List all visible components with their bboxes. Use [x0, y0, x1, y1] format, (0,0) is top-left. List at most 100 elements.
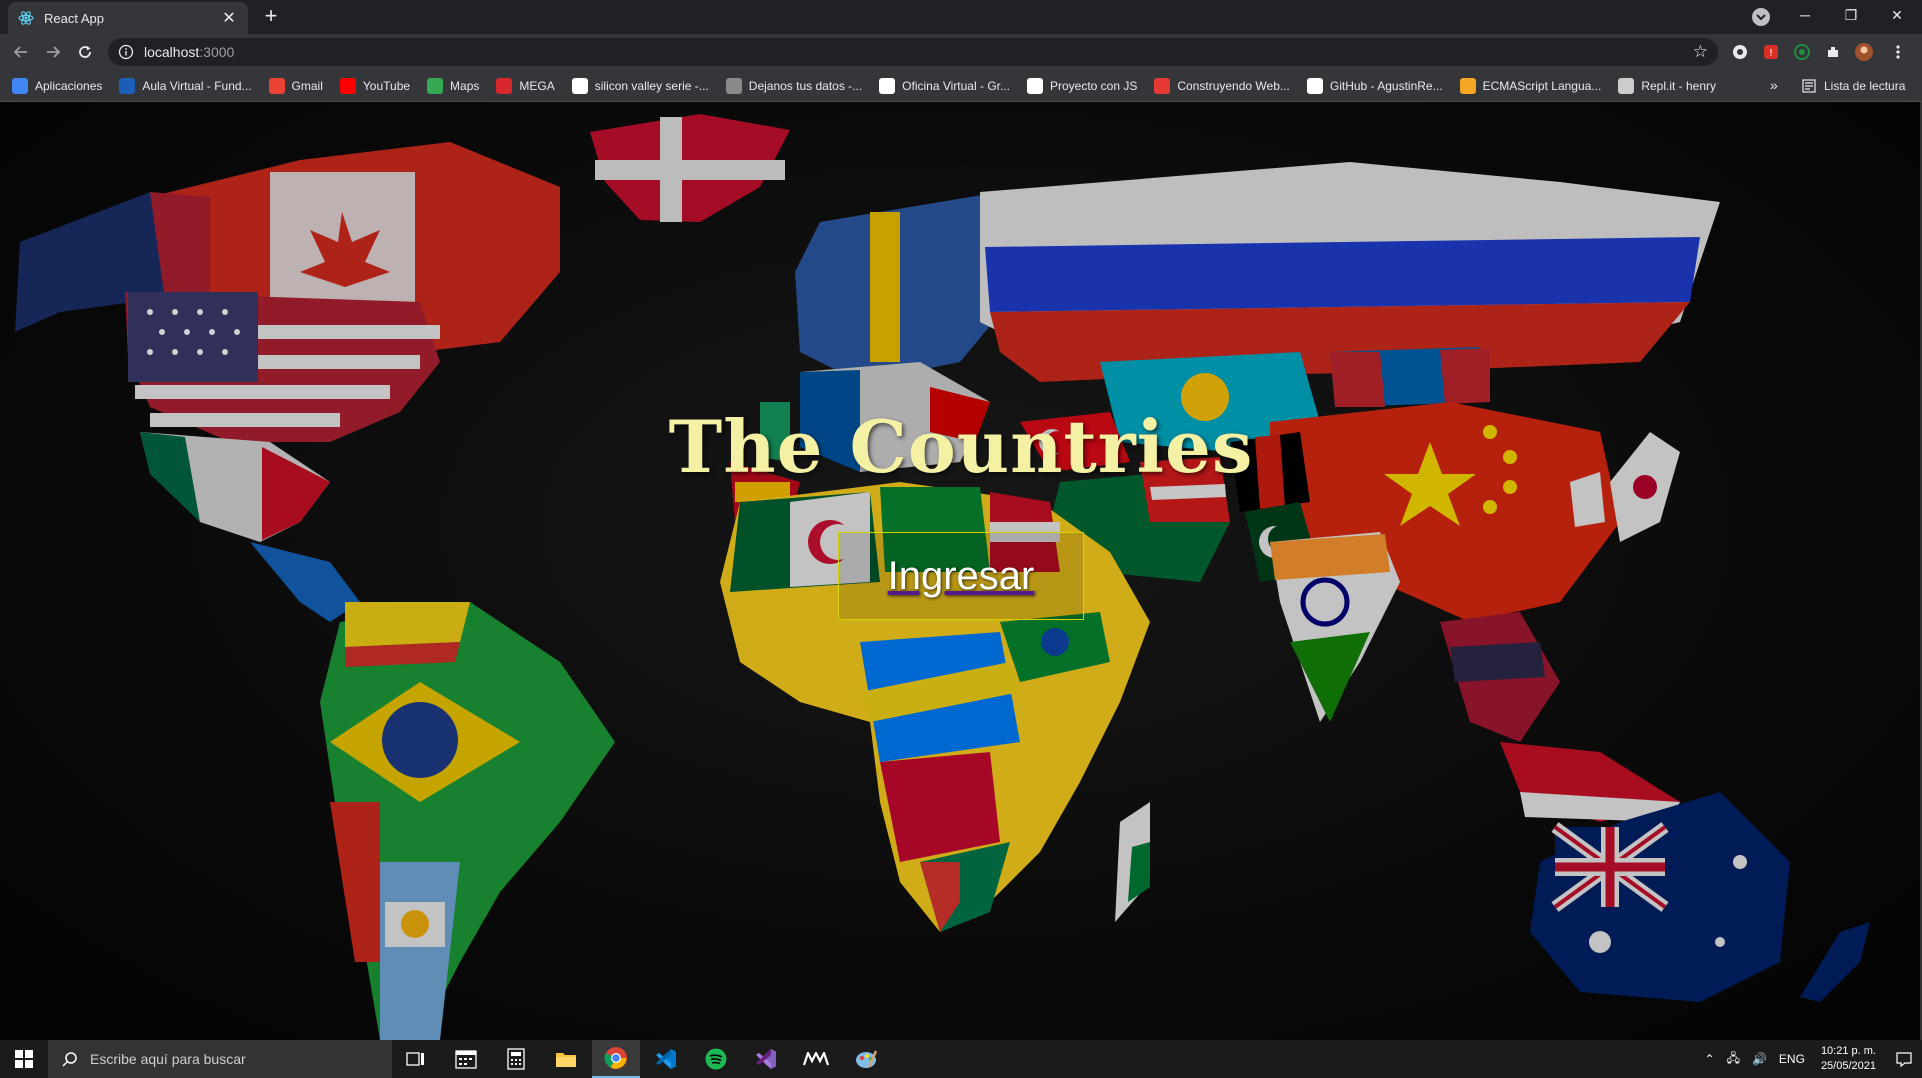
bookmark-item[interactable]: Dejanos tus datos -...	[725, 78, 863, 94]
bookmark-label: Proyecto con JS	[1049, 79, 1138, 93]
mega-icon	[496, 78, 513, 94]
page-title: The Countries	[668, 404, 1254, 489]
menu-kebab-icon[interactable]	[1888, 42, 1908, 62]
profile-avatar[interactable]	[1854, 42, 1874, 62]
bookmark-label: Dejanos tus datos -...	[748, 79, 863, 93]
notification-icon	[1896, 1052, 1912, 1067]
vscode-icon[interactable]	[642, 1040, 690, 1078]
bookmark-item[interactable]: Gmail	[268, 78, 323, 94]
reload-button[interactable]	[72, 39, 98, 65]
visual-studio-icon[interactable]	[742, 1040, 790, 1078]
bookmark-item[interactable]: YouTube	[339, 78, 411, 94]
volume-icon[interactable]: 🔊	[1752, 1052, 1767, 1066]
info-icon	[118, 44, 134, 60]
back-button[interactable]	[8, 39, 34, 65]
file-explorer-icon[interactable]	[542, 1040, 590, 1078]
extension-red-icon[interactable]: !	[1761, 42, 1781, 62]
system-tray: ⌃ 🖧 🔊 ENG 10:21 p. m. 25/05/2021	[1699, 1040, 1922, 1078]
bookmark-label: Aplicaciones	[35, 79, 103, 93]
extension-icon[interactable]	[1730, 42, 1750, 62]
enter-button-label[interactable]: Ingresar	[888, 554, 1035, 599]
bookmark-star-icon[interactable]: ☆	[1693, 42, 1708, 62]
react-icon	[18, 11, 34, 25]
address-bar[interactable]: localhost :3000 ☆	[108, 38, 1718, 66]
screen: React App ✕ + ─ ❐ ✕ localhost :3000 ☆ !	[0, 0, 1922, 1078]
network-icon[interactable]: 🖧	[1727, 1049, 1740, 1070]
globe-icon	[1026, 78, 1043, 94]
page-viewport: The Countries Ingresar	[0, 102, 1922, 1040]
extensions-puzzle-icon[interactable]	[1823, 42, 1843, 62]
fu-icon	[119, 78, 136, 94]
tab-search-icon[interactable]	[1752, 8, 1770, 26]
windows-taskbar: Escribe aquí para buscar ⌃ 🖧 🔊 ENG 10:21…	[0, 1040, 1922, 1078]
browser-tab[interactable]: React App ✕	[8, 2, 248, 34]
spotify-icon[interactable]	[692, 1040, 740, 1078]
clock[interactable]: 10:21 p. m. 25/05/2021	[1821, 1044, 1876, 1074]
maps-icon	[427, 78, 444, 94]
clock-date: 25/05/2021	[1820, 1060, 1876, 1072]
taskbar-search-placeholder: Escribe aquí para buscar	[90, 1051, 246, 1067]
chrome-icon[interactable]	[592, 1040, 640, 1078]
bookmark-label: Repl.it - henry	[1641, 79, 1717, 93]
close-window-button[interactable]: ✕	[1874, 0, 1920, 30]
windows-logo-icon	[15, 1050, 33, 1068]
github-icon	[1306, 78, 1323, 94]
url-host: localhost	[144, 44, 200, 60]
bookmark-item[interactable]: Maps	[427, 78, 479, 94]
search-icon	[62, 1052, 77, 1067]
bookmark-item[interactable]: MEGA	[496, 78, 555, 94]
bookmark-item[interactable]: silicon valley serie -...	[571, 78, 709, 94]
bookmark-item[interactable]: Construyendo Web...	[1154, 78, 1290, 94]
replit-icon	[1618, 78, 1635, 94]
bookmark-label: YouTube	[362, 79, 411, 93]
start-button[interactable]	[0, 1040, 48, 1078]
task-view-icon[interactable]	[392, 1040, 440, 1078]
bookmark-item[interactable]: Proyecto con JS	[1026, 78, 1138, 94]
bookmark-label: GitHub - AgustinRe...	[1329, 79, 1443, 93]
google-icon	[571, 78, 588, 94]
language-indicator[interactable]: ENG	[1779, 1052, 1805, 1066]
calendar-icon[interactable]	[442, 1040, 490, 1078]
bookmark-label: MEGA	[519, 79, 555, 93]
bookmarks-bar: Aplicaciones Aula Virtual - Fund... Gmail Y…	[0, 70, 1922, 102]
calculator-icon[interactable]	[492, 1040, 540, 1078]
reading-list-label: Lista de lectura	[1824, 79, 1906, 93]
gmail-icon	[268, 78, 285, 94]
paint-icon[interactable]	[842, 1040, 890, 1078]
bookmark-label: Construyendo Web...	[1177, 79, 1290, 93]
bookmark-item[interactable]: ECMAScript Langua...	[1459, 78, 1602, 94]
minimize-button[interactable]: ─	[1782, 0, 1828, 30]
bookmark-item[interactable]: Aula Virtual - Fund...	[119, 78, 252, 94]
new-tab-button[interactable]: +	[258, 4, 284, 30]
extension-green-icon[interactable]	[1792, 42, 1812, 62]
arrow-right-icon	[47, 46, 61, 58]
reload-icon	[79, 46, 91, 58]
forward-button[interactable]	[40, 39, 66, 65]
bookmarks-list: Aplicaciones Aula Virtual - Fund... Gmail Y…	[12, 70, 1733, 102]
bookmark-item[interactable]: GitHub - AgustinRe...	[1306, 78, 1443, 94]
browser-tab-strip: React App ✕ + ─ ❐ ✕	[0, 0, 1922, 34]
bookmark-label: ECMAScript Langua...	[1482, 79, 1602, 93]
ecma-icon	[1459, 78, 1476, 94]
enter-button[interactable]: Ingresar	[838, 532, 1084, 620]
bookmarks-overflow-button[interactable]: »	[1770, 77, 1778, 93]
notifications-button[interactable]	[1886, 1040, 1922, 1078]
chevron-up-icon[interactable]: ⌃	[1705, 1052, 1715, 1066]
reading-list-icon	[1802, 79, 1816, 93]
bookmark-item[interactable]: Oficina Virtual - Gr...	[879, 78, 1010, 94]
tab-title: React App	[44, 10, 104, 26]
bookmark-label: Maps	[450, 79, 480, 93]
apps-grid-icon	[12, 78, 28, 94]
bookmark-label: Oficina Virtual - Gr...	[902, 79, 1010, 93]
url-port: :3000	[199, 44, 235, 60]
restore-button[interactable]: ❐	[1828, 0, 1874, 30]
bookmark-label: Aula Virtual - Fund...	[142, 79, 252, 93]
taskbar-search-box[interactable]: Escribe aquí para buscar	[48, 1040, 392, 1078]
reading-list-button[interactable]: Lista de lectura	[1802, 70, 1905, 102]
bookmark-item[interactable]: Repl.it - henry	[1618, 78, 1716, 94]
bookmark-item[interactable]: Aplicaciones	[12, 78, 102, 94]
mw-icon[interactable]	[792, 1040, 840, 1078]
arrow-left-icon	[13, 46, 27, 58]
browser-toolbar: localhost :3000 ☆	[0, 34, 1922, 70]
tab-close-icon[interactable]: ✕	[220, 8, 238, 28]
